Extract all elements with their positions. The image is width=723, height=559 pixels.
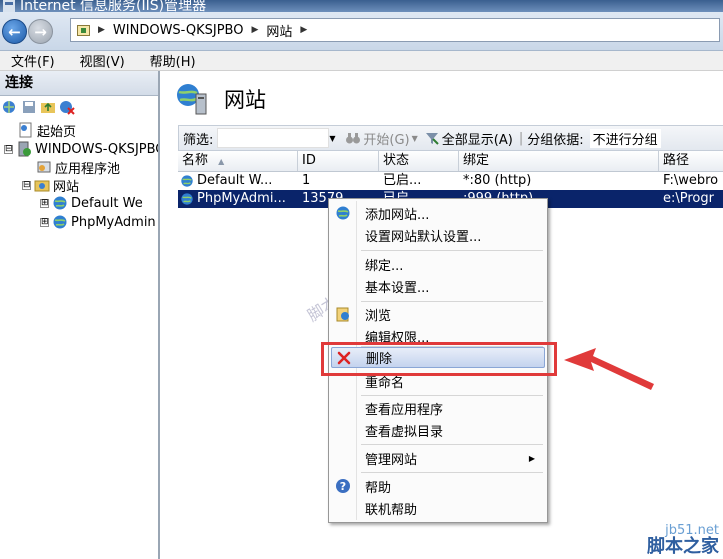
menu-separator (361, 472, 543, 473)
iis-app-icon (3, 0, 15, 12)
address-segment-sites[interactable]: 网站 (266, 21, 292, 40)
submenu-arrow-icon: ▶ (528, 454, 535, 463)
menu-item-add-site[interactable]: 添加网站... (331, 203, 545, 224)
address-separator-icon: ▶ (251, 25, 259, 35)
column-status[interactable]: 状态 (379, 151, 459, 171)
show-all-button[interactable]: 全部显示(A) (424, 129, 513, 148)
menu-item-view-virtual-directories[interactable]: 查看虚拟目录 (331, 420, 545, 441)
globe-add-icon (336, 206, 350, 220)
site-id: 1 (302, 173, 311, 188)
save-icon[interactable] (21, 99, 37, 115)
sort-ascending-icon: ▲ (218, 157, 225, 166)
globe-icon (53, 196, 67, 210)
forward-button[interactable]: → (28, 19, 53, 44)
address-separator-icon: ▶ (98, 25, 105, 35)
menu-item-view-applications[interactable]: 查看应用程序 (331, 398, 545, 419)
group-by-label: 分组依据: (527, 132, 584, 148)
dropdown-icon: ▼ (411, 133, 418, 143)
tree-item-sites[interactable]: ⊟ 网站 (22, 175, 80, 195)
expand-icon[interactable]: ⊞ (40, 217, 49, 227)
address-segment-server[interactable]: WINDOWS-QKSJPBO (113, 23, 244, 38)
window-title: Internet 信息服务(IIS)管理器 (20, 0, 207, 12)
expand-icon[interactable]: ⊞ (40, 198, 49, 208)
column-binding[interactable]: 绑定 (459, 151, 659, 171)
forward-arrow-icon: → (34, 22, 47, 41)
menu-view[interactable]: 视图(V) (80, 51, 125, 70)
collapse-icon[interactable]: ⊟ (22, 180, 31, 190)
sites-folder-icon (34, 180, 50, 192)
site-path: e:\Progr (663, 191, 714, 206)
connections-pane: 连接 起始页 ⊟ WINDOWS-QKSJPBO 应用程序池 ⊟ 网站 ⊞ De… (0, 71, 160, 559)
menu-file[interactable]: 文件(F) (11, 51, 55, 70)
globe-icon (53, 215, 67, 229)
column-id[interactable]: ID (298, 151, 379, 171)
back-arrow-icon: ← (8, 22, 21, 41)
column-path[interactable]: 路径 (659, 151, 723, 171)
menu-separator (361, 444, 543, 445)
address-home-icon (77, 24, 90, 36)
group-by-select[interactable]: 不进行分组 (589, 128, 661, 148)
up-folder-icon[interactable] (40, 99, 56, 115)
server-icon (18, 141, 31, 157)
address-box[interactable]: ▶ WINDOWS-QKSJPBO ▶ 网站 ▶ (70, 18, 720, 42)
column-name[interactable]: 名称 ▲ (178, 151, 298, 171)
menu-item-browse[interactable]: 浏览 (331, 304, 545, 325)
svg-text:?: ? (340, 480, 346, 493)
app-pool-icon (37, 161, 51, 173)
annotation-arrow-icon (564, 348, 654, 390)
show-all-icon (425, 133, 439, 145)
site-status: 已启... (383, 173, 422, 188)
connections-toolbar (0, 96, 158, 118)
annotation-highlight-box (321, 342, 557, 376)
site-binding: *:80 (http) (463, 173, 532, 188)
tree-item-default-web-site[interactable]: ⊞ Default We (40, 194, 143, 212)
title-bar: Internet 信息服务(IIS)管理器 (0, 0, 723, 12)
menu-item-help[interactable]: ? 帮助 (331, 476, 545, 497)
toolbar-divider: | (518, 130, 524, 146)
page-title: 网站 (224, 88, 266, 112)
tree-item-phpmyadmin[interactable]: ⊞ PhpMyAdmin (40, 213, 156, 231)
tree-item-server[interactable]: ⊟ WINDOWS-QKSJPBO (4, 140, 158, 158)
menu-item-site-defaults[interactable]: 设置网站默认设置... (331, 225, 545, 246)
filter-start-button[interactable]: 开始(G) ▼ (345, 129, 418, 148)
menu-separator (361, 395, 543, 396)
connections-header: 连接 (0, 71, 158, 96)
disconnect-icon[interactable] (59, 99, 75, 115)
filter-bar: 筛选: ▼ 开始(G) ▼ 全部显示(A) | 分组依据: 不进行分组 (178, 125, 723, 151)
globe-icon (181, 175, 193, 187)
sites-title: 网站 (176, 81, 266, 117)
start-page-icon (19, 122, 32, 138)
filter-input[interactable] (217, 128, 330, 148)
tree-item-start-page[interactable]: 起始页 (18, 121, 76, 140)
filter-label: 筛选: (183, 132, 214, 148)
sites-globe-icon (177, 84, 207, 115)
globe-icon (181, 193, 193, 205)
navigation-bar: ← → ▶ WINDOWS-QKSJPBO ▶ 网站 ▶ (0, 12, 723, 51)
menu-item-manage-site[interactable]: 管理网站 ▶ (331, 448, 545, 469)
menu-item-online-help[interactable]: 联机帮助 (331, 498, 545, 519)
menu-separator (361, 250, 543, 251)
address-separator-icon: ▶ (300, 25, 308, 35)
watermark-corner: jb51.net 脚本之家 (647, 523, 719, 557)
back-button[interactable]: ← (2, 19, 27, 44)
filter-dropdown-icon[interactable]: ▼ (329, 134, 339, 143)
tree-item-app-pools[interactable]: 应用程序池 (36, 158, 120, 177)
collapse-icon[interactable]: ⊟ (4, 144, 13, 154)
browse-icon (336, 307, 349, 322)
connect-globe-icon[interactable] (2, 99, 18, 115)
menu-item-bindings[interactable]: 绑定... (331, 254, 545, 275)
binoculars-icon (346, 133, 361, 144)
menu-item-basic-settings[interactable]: 基本设置... (331, 276, 545, 297)
help-icon: ? (336, 479, 350, 493)
site-name: PhpMyAdmi... (197, 191, 286, 206)
menu-help[interactable]: 帮助(H) (150, 51, 196, 70)
menu-bar: 文件(F) 视图(V) 帮助(H) (0, 51, 723, 71)
site-path: F:\webro (663, 173, 719, 188)
site-name: Default W... (197, 173, 273, 188)
menu-separator (361, 301, 543, 302)
column-header-row: 名称 ▲ ID 状态 绑定 路径 (178, 151, 723, 172)
table-row[interactable]: Default W... 1 已启... *:80 (http) F:\webr… (178, 172, 723, 190)
